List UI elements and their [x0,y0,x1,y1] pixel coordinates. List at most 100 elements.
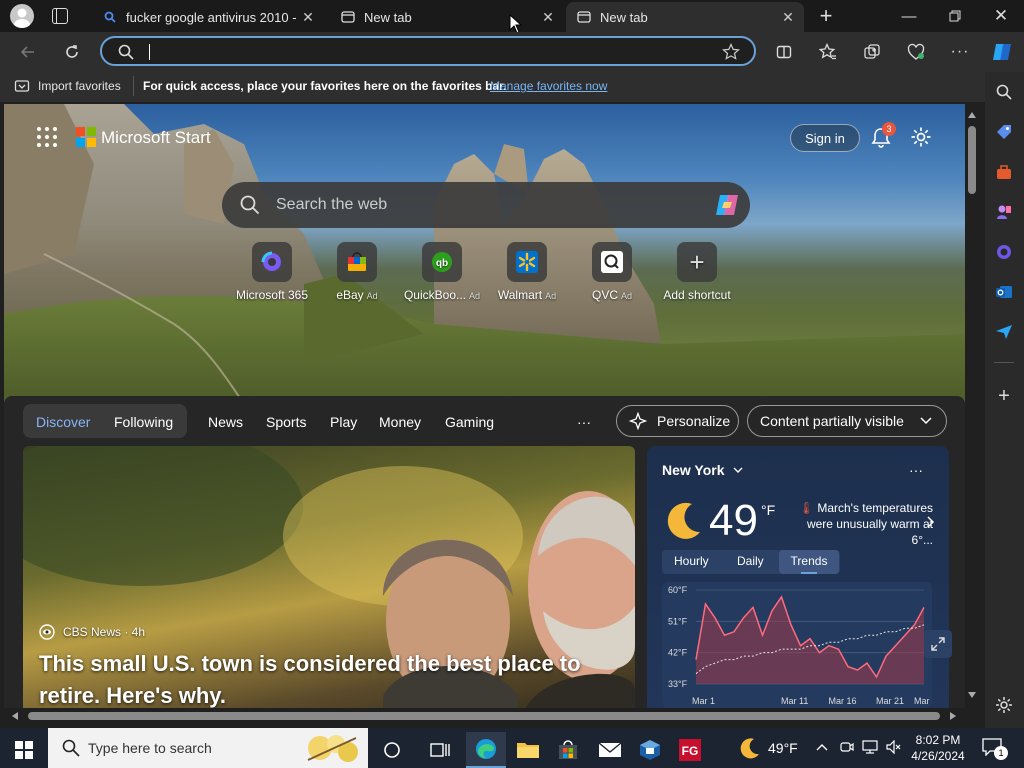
sidebar-settings-icon[interactable] [993,694,1015,716]
meet-now-icon[interactable] [840,740,854,754]
close-tab-icon[interactable]: ✕ [538,9,558,26]
task-view-button[interactable] [372,732,412,768]
new-tab-button[interactable]: + [812,3,840,28]
split-screen-button[interactable] [770,38,798,66]
scroll-right-arrow-icon[interactable] [950,712,956,720]
mail-icon[interactable] [590,732,630,768]
import-favorites-label: Import favorites [38,79,121,93]
tab-hourly[interactable]: Hourly [674,554,709,568]
virtualbox-icon[interactable] [630,732,670,768]
news-feed: Discover Following News Sports Play Mone… [4,396,965,710]
games-icon[interactable] [993,201,1015,223]
taskbar-weather[interactable]: 49°F [738,736,798,760]
search-icon[interactable] [993,81,1015,103]
story-source: CBS News · 4h [39,624,145,640]
shopping-tag-icon[interactable] [993,121,1015,143]
tab-daily-label: Daily [737,554,764,568]
tab-trends[interactable]: Trends [779,550,839,574]
add-sidebar-app-icon[interactable]: + [993,385,1015,407]
tools-icon[interactable] [993,161,1015,183]
file-explorer-icon[interactable] [508,732,548,768]
chevron-right-icon[interactable] [927,516,935,528]
sign-in-button[interactable]: Sign in [790,124,860,152]
tab-play[interactable]: Play [330,406,357,438]
shortcut-qvc[interactable]: QVC Ad [568,242,656,302]
action-center-button[interactable]: 1 [982,738,1008,761]
clock[interactable]: 8:02 PM 4/26/2024 [910,732,966,764]
horizontal-scrollbar[interactable] [4,708,965,724]
tab-sports[interactable]: Sports [266,406,306,438]
scroll-up-arrow-icon[interactable] [968,112,976,118]
scrollbar-thumb[interactable] [28,712,940,720]
outlook-icon[interactable] [993,281,1015,303]
tab-new-tab-active[interactable]: New tab ✕ [566,2,804,32]
weather-insight[interactable]: 🌡 March's temperatures were unusually wa… [793,500,933,548]
microsoft-store-icon[interactable] [548,732,588,768]
tab-money[interactable]: Money [379,406,421,438]
tab-discover-label: Discover [36,414,91,430]
scroll-down-arrow-icon[interactable] [968,692,976,698]
microsoft365-icon[interactable] [993,241,1015,263]
start-button[interactable] [4,732,44,768]
story-source-label: CBS News · 4h [63,625,146,639]
microsoft-logo [76,127,96,147]
address-bar[interactable] [100,36,756,66]
shortcut-walmart[interactable]: Walmart Ad [483,242,571,302]
shortcut-microsoft365[interactable]: Microsoft 365 [228,242,316,302]
import-favorites-button[interactable]: Import favorites [14,78,121,94]
show-hidden-icons-icon[interactable] [816,743,828,751]
send-icon[interactable] [993,321,1015,343]
more-tabs-button[interactable]: ··· [577,406,591,438]
close-window-button[interactable]: ✕ [978,0,1024,32]
personalize-button[interactable]: Personalize [616,405,739,437]
back-button[interactable] [14,38,42,66]
add-shortcut-button[interactable]: + Add shortcut [653,242,741,302]
taskbar-search-box[interactable]: Type here to search [48,728,368,768]
minimize-button[interactable]: — [886,0,932,32]
tab-new-tab-1[interactable]: New tab ✕ [330,2,564,32]
app-fg-icon[interactable]: FG [670,732,710,768]
volume-muted-icon[interactable] [886,740,902,754]
profile-avatar[interactable] [10,4,34,28]
close-tab-icon[interactable]: ✕ [298,9,318,26]
copilot-icon[interactable] [712,190,742,220]
copilot-icon[interactable] [988,38,1016,66]
scroll-left-arrow-icon[interactable] [12,712,18,720]
manage-favorites-link[interactable]: Manage favorites now [490,79,607,93]
favorites-button[interactable] [814,38,842,66]
close-tab-icon[interactable]: ✕ [778,9,798,26]
shortcut-quickbooks[interactable]: qb QuickBoo... Ad [398,242,486,302]
restore-button[interactable] [932,0,978,32]
address-input[interactable] [146,42,706,62]
tab-discover[interactable]: Discover [36,406,90,438]
weather-location[interactable]: New York [662,462,743,478]
brand-title[interactable]: Microsoft Start [101,128,211,148]
page-settings-icon[interactable] [910,126,932,153]
scrollbar-thumb[interactable] [968,126,976,194]
edge-taskbar-icon[interactable] [466,732,506,768]
story-card[interactable]: CBS News · 4h This small U.S. town is co… [23,446,635,710]
tab-following[interactable]: Following [114,406,173,438]
notifications-button[interactable]: 3 [870,122,896,150]
refresh-button[interactable] [58,38,86,66]
tab-news[interactable]: News [208,406,243,438]
tab-actions-icon[interactable] [52,8,68,24]
more-menu-button[interactable]: ··· [946,38,974,66]
tab-gaming[interactable]: Gaming [445,406,494,438]
widgets-button[interactable] [420,732,460,768]
expand-icon[interactable] [924,630,952,658]
network-icon[interactable] [862,740,878,754]
apps-launcher-icon[interactable] [36,126,58,153]
web-search-box[interactable]: Search the web [222,182,750,228]
weather-more-button[interactable]: ··· [909,462,923,478]
ad-label: Ad [621,291,633,301]
collections-button[interactable] [858,38,886,66]
tab-daily[interactable]: Daily [737,554,764,568]
content-visibility-dropdown[interactable]: Content partially visible [747,405,947,437]
browser-essentials-button[interactable] [902,38,930,66]
story-headline[interactable]: This small U.S. town is considered the b… [39,648,619,710]
vertical-scrollbar[interactable] [965,104,979,710]
shortcut-ebay[interactable]: eBay Ad [313,242,401,302]
tab-google-search[interactable]: fucker google antivirus 2010 - Se ✕ [92,2,324,32]
favorite-star-icon[interactable] [722,43,740,61]
